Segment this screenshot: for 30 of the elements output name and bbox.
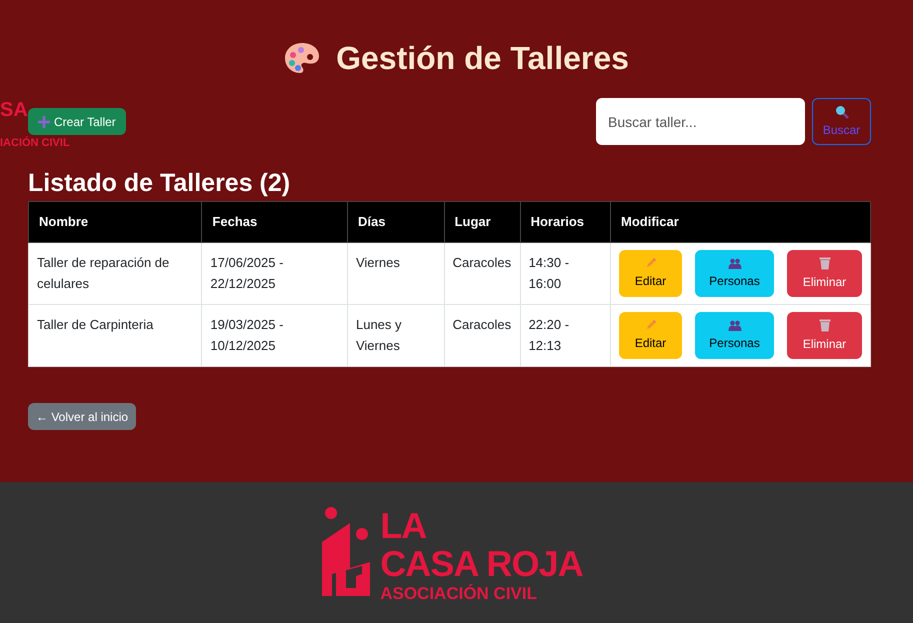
delete-button[interactable]: Eliminar <box>787 250 862 297</box>
list-title: Listado de Talleres (2) <box>28 171 292 196</box>
column-header: Modificar <box>610 202 870 242</box>
magnifier-icon <box>834 104 848 118</box>
edit-button[interactable]: Editar <box>619 250 682 297</box>
logo-text: SA <box>0 100 28 120</box>
logo-subtitle: IACIÓN CIVIL <box>0 138 70 149</box>
table-cell: 22:20 - 12:13 <box>520 304 610 366</box>
delete-button[interactable]: Eliminar <box>787 312 862 359</box>
table-cell: Lunes y Viernes <box>347 304 444 366</box>
pencil-icon <box>644 257 656 269</box>
search-field[interactable]: Buscar taller... <box>596 98 805 145</box>
table-cell: Taller de Carpinteria <box>28 304 202 366</box>
people-icon <box>728 320 742 330</box>
trash-icon <box>818 318 830 332</box>
palette-icon <box>284 42 320 74</box>
people-button[interactable]: Personas <box>695 312 774 359</box>
column-header: Nombre <box>28 202 202 242</box>
people-button[interactable]: Personas <box>695 250 774 297</box>
create-workshop-button[interactable]: Crear Taller <box>28 108 126 135</box>
people-icon <box>728 258 742 268</box>
trash-icon <box>818 256 830 270</box>
plus-icon <box>38 116 50 128</box>
table-cell: Caracoles <box>444 304 520 366</box>
page-title: Gestión de Talleres <box>336 39 629 78</box>
edit-button[interactable]: Editar <box>619 312 682 359</box>
back-button[interactable]: ← Volver al inicio <box>28 403 136 430</box>
pencil-icon <box>644 319 656 331</box>
footer-logo: LA CASA ROJA ASOCIACIÓN CIVIL <box>380 508 583 602</box>
table-cell: 19/03/2025 - 10/12/2025 <box>202 304 348 366</box>
